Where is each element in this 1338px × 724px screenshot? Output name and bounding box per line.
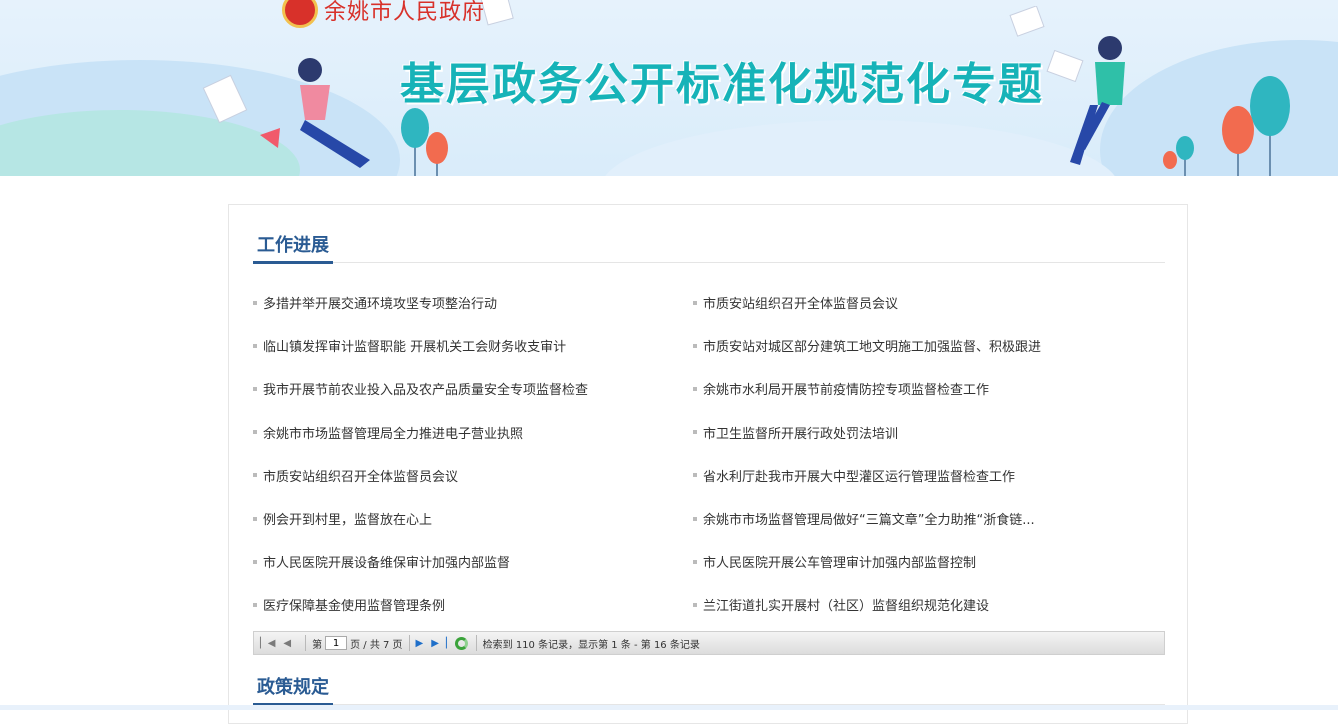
section-header-progress: 工作进展 bbox=[253, 229, 1165, 264]
bullet-icon bbox=[693, 473, 697, 478]
list-item[interactable]: 例会开到村里，监督放在心上 bbox=[253, 497, 693, 540]
pagination-bar: ▏◀ ◀ 第 页 / 共 7 页 ▶ ▶▕ 检索到 110 条记录，显示第 1 … bbox=[253, 631, 1165, 655]
list-item[interactable]: 市质安站对城区部分建筑工地文明施工加强监督、积极跟进 bbox=[693, 324, 1165, 367]
section-title[interactable]: 政策规定 bbox=[253, 673, 333, 706]
bullet-icon bbox=[693, 602, 697, 607]
pager-divider bbox=[408, 635, 410, 651]
list-item[interactable]: 临山镇发挥审计监督职能 开展机关工会财务收支审计 bbox=[253, 324, 693, 367]
next-page-icon[interactable]: ▶ bbox=[416, 638, 424, 649]
page-suffix: 页 / 共 7 页 bbox=[350, 639, 403, 651]
bullet-icon bbox=[693, 343, 697, 348]
pager-divider bbox=[475, 635, 477, 651]
bullet-icon bbox=[693, 430, 697, 435]
list-item[interactable]: 市卫生监督所开展行政处罚法培训 bbox=[693, 411, 1165, 454]
section-title[interactable]: 工作进展 bbox=[253, 231, 333, 264]
list-item[interactable]: 市人民医院开展设备维保审计加强内部监督 bbox=[253, 540, 693, 583]
boy-illustration-icon bbox=[1046, 36, 1125, 165]
last-page-icon[interactable]: ▶▕ bbox=[431, 638, 446, 649]
news-list: 多措并举开展交通环境攻坚专项整治行动 市质安站组织召开全体监督员会议 临山镇发挥… bbox=[253, 281, 1165, 627]
logo-text: 余姚市人民政府 bbox=[324, 0, 486, 25]
bullet-icon bbox=[253, 602, 257, 607]
bullet-icon bbox=[253, 473, 257, 478]
first-page-icon[interactable]: ▏◀ bbox=[260, 638, 275, 649]
section-header-policy: 政策规定 bbox=[253, 671, 1165, 706]
list-item[interactable]: 余姚市市场监督管理局做好“三篇文章”全力助推“浙食链... bbox=[693, 497, 1165, 540]
content-panel: 工作进展 多措并举开展交通环境攻坚专项整治行动 市质安站组织召开全体监督员会议 … bbox=[228, 204, 1188, 724]
site-logo[interactable]: 余姚市人民政府 bbox=[282, 0, 485, 28]
bullet-icon bbox=[253, 559, 257, 564]
page-number-input[interactable] bbox=[325, 636, 348, 650]
header-banner: 余姚市人民政府 基层政务公开标准化规范化专题 bbox=[0, 0, 1338, 176]
list-item[interactable]: 市质安站组织召开全体监督员会议 bbox=[253, 454, 693, 497]
bottom-strip bbox=[0, 705, 1338, 710]
record-status: 检索到 110 条记录，显示第 1 条 - 第 16 条记录 bbox=[482, 639, 700, 651]
list-item[interactable]: 省水利厅赴我市开展大中型灌区运行管理监督检查工作 bbox=[693, 454, 1165, 497]
bullet-icon bbox=[253, 386, 257, 391]
page-title: 基层政务公开标准化规范化专题 bbox=[400, 59, 1044, 110]
list-item[interactable]: 我市开展节前农业投入品及农产品质量安全专项监督检查 bbox=[253, 367, 693, 410]
page-prefix: 第 bbox=[312, 639, 323, 651]
paper-icon bbox=[1009, 6, 1045, 37]
list-item[interactable]: 多措并举开展交通环境攻坚专项整治行动 bbox=[253, 281, 693, 324]
bullet-icon bbox=[693, 300, 697, 305]
emblem-icon bbox=[282, 0, 318, 28]
list-item[interactable]: 余姚市水利局开展节前疫情防控专项监督检查工作 bbox=[693, 367, 1165, 410]
refresh-icon[interactable] bbox=[454, 636, 468, 650]
girl-illustration-icon bbox=[202, 58, 370, 168]
bullet-icon bbox=[253, 430, 257, 435]
list-item[interactable]: 兰江街道扎实开展村（社区）监督组织规范化建设 bbox=[693, 583, 1165, 626]
pager-divider bbox=[305, 635, 307, 651]
bullet-icon bbox=[253, 516, 257, 521]
list-item[interactable]: 医疗保障基金使用监督管理条例 bbox=[253, 583, 693, 626]
bullet-icon bbox=[253, 343, 257, 348]
bullet-icon bbox=[693, 559, 697, 564]
bullet-icon bbox=[253, 300, 257, 305]
list-item[interactable]: 市人民医院开展公车管理审计加强内部监督控制 bbox=[693, 540, 1165, 583]
prev-page-icon[interactable]: ◀ bbox=[283, 638, 291, 649]
tree-icon bbox=[1163, 76, 1290, 176]
list-item[interactable]: 市质安站组织召开全体监督员会议 bbox=[693, 281, 1165, 324]
bullet-icon bbox=[693, 386, 697, 391]
bullet-icon bbox=[693, 516, 697, 521]
list-item[interactable]: 余姚市市场监督管理局全力推进电子营业执照 bbox=[253, 411, 693, 454]
